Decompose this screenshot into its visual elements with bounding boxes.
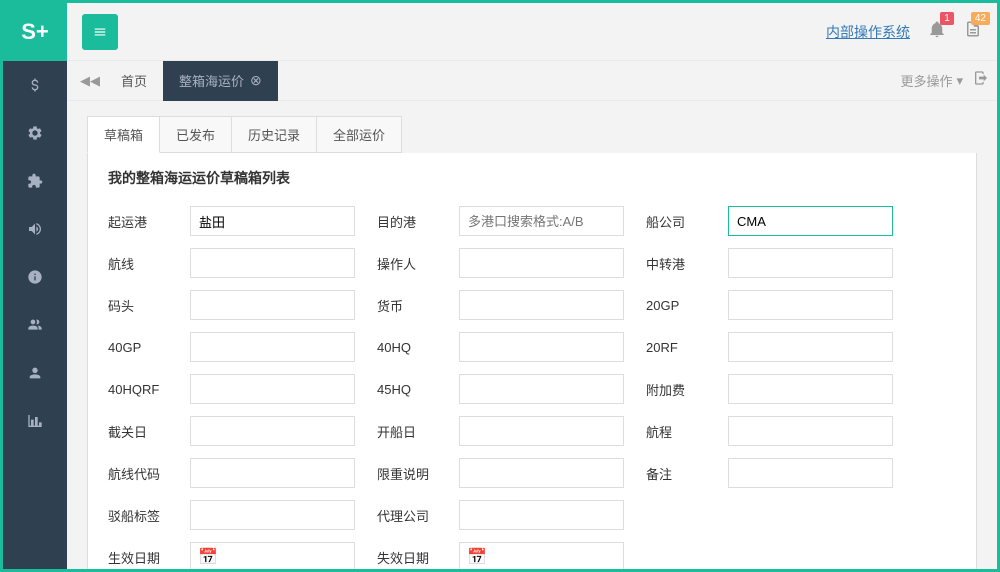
panel-title: 我的整箱海运运价草稿箱列表 [108, 168, 956, 188]
exit-button[interactable] [973, 70, 989, 91]
input-terminal[interactable] [190, 290, 355, 320]
label-weight-limit: 限重说明 [377, 464, 437, 483]
sidebar-item-users[interactable] [3, 301, 67, 349]
input-route[interactable] [190, 248, 355, 278]
label-sail-date: 开船日 [377, 422, 437, 441]
label-voyage: 航程 [646, 422, 706, 441]
label-closing-date: 截关日 [108, 422, 168, 441]
input-40hq[interactable] [459, 332, 624, 362]
header: 内部操作系统 1 42 [67, 3, 997, 61]
label-currency: 货币 [377, 296, 437, 315]
content-area: 草稿箱 已发布 历史记录 全部运价 我的整箱海运运价草稿箱列表 起运港 目的港 … [67, 101, 997, 569]
input-voyage[interactable] [728, 416, 893, 446]
label-20rf: 20RF [646, 340, 706, 355]
label-20gp: 20GP [646, 298, 706, 313]
label-expiry-date: 失效日期 [377, 548, 437, 567]
sub-tab-published[interactable]: 已发布 [159, 116, 232, 153]
input-route-code[interactable] [190, 458, 355, 488]
input-expiry-date[interactable] [459, 542, 624, 569]
input-origin-port[interactable] [190, 206, 355, 236]
input-transit[interactable] [728, 248, 893, 278]
label-40gp: 40GP [108, 340, 168, 355]
label-barge-tag: 驳船标签 [108, 506, 168, 525]
search-panel: 我的整箱海运运价草稿箱列表 起运港 目的港 船公司 航线 操作人 中转港 码头 … [87, 153, 977, 569]
hamburger-icon [93, 25, 107, 39]
sub-tab-all[interactable]: 全部运价 [316, 116, 402, 153]
label-remark: 备注 [646, 464, 706, 483]
sub-tab-draft[interactable]: 草稿箱 [87, 116, 160, 153]
label-transit: 中转港 [646, 254, 706, 273]
sidebar-item-dollar[interactable] [3, 61, 67, 109]
input-agent[interactable] [459, 500, 624, 530]
input-remark[interactable] [728, 458, 893, 488]
label-surcharge: 附加费 [646, 380, 706, 399]
logout-icon [973, 70, 989, 86]
label-45hq: 45HQ [377, 382, 437, 397]
label-effective-date: 生效日期 [108, 548, 168, 567]
label-operator: 操作人 [377, 254, 437, 273]
logo: S+ [3, 3, 67, 61]
notification-badge: 1 [940, 12, 954, 25]
sidebar-item-info[interactable] [3, 253, 67, 301]
input-20gp[interactable] [728, 290, 893, 320]
nav-bar: ◀◀ 首页 整箱海运价 ⊗ 更多操作 ▾ [67, 61, 997, 101]
doc-icon[interactable]: 42 [964, 20, 982, 43]
search-form: 起运港 目的港 船公司 航线 操作人 中转港 码头 货币 20GP 40GP 4… [108, 206, 956, 569]
doc-badge: 42 [971, 12, 990, 25]
label-dest-port: 目的港 [377, 212, 437, 231]
label-carrier: 船公司 [646, 212, 706, 231]
nav-tab-home[interactable]: 首页 [105, 61, 163, 101]
input-45hq[interactable] [459, 374, 624, 404]
label-agent: 代理公司 [377, 506, 437, 525]
input-effective-date[interactable] [190, 542, 355, 569]
nav-tab-active[interactable]: 整箱海运价 ⊗ [163, 61, 278, 101]
sidebar: S+ [3, 3, 67, 569]
sidebar-item-chart[interactable] [3, 397, 67, 445]
input-operator[interactable] [459, 248, 624, 278]
menu-toggle-button[interactable] [82, 14, 118, 50]
sidebar-item-user[interactable] [3, 349, 67, 397]
tab-close-icon[interactable]: ⊗ [250, 72, 262, 89]
sub-tab-history[interactable]: 历史记录 [231, 116, 317, 153]
input-dest-port[interactable] [459, 206, 624, 236]
sub-tabs: 草稿箱 已发布 历史记录 全部运价 [87, 116, 977, 153]
sidebar-item-gear[interactable] [3, 109, 67, 157]
input-closing-date[interactable] [190, 416, 355, 446]
input-currency[interactable] [459, 290, 624, 320]
sidebar-item-puzzle[interactable] [3, 157, 67, 205]
label-40hq: 40HQ [377, 340, 437, 355]
label-terminal: 码头 [108, 296, 168, 315]
sidebar-item-volume[interactable] [3, 205, 67, 253]
input-sail-date[interactable] [459, 416, 624, 446]
label-40hqrf: 40HQRF [108, 382, 168, 397]
label-route-code: 航线代码 [108, 464, 168, 483]
internal-system-link[interactable]: 内部操作系统 [826, 22, 910, 42]
more-operations-dropdown[interactable]: 更多操作 ▾ [900, 71, 963, 90]
label-origin-port: 起运港 [108, 212, 168, 231]
input-40hqrf[interactable] [190, 374, 355, 404]
nav-tab-label: 整箱海运价 [179, 71, 244, 90]
nav-back-button[interactable]: ◀◀ [75, 66, 105, 96]
input-carrier[interactable] [728, 206, 893, 236]
input-surcharge[interactable] [728, 374, 893, 404]
input-20rf[interactable] [728, 332, 893, 362]
input-40gp[interactable] [190, 332, 355, 362]
label-route: 航线 [108, 254, 168, 273]
notification-icon[interactable]: 1 [928, 20, 946, 43]
chevron-down-icon: ▾ [956, 73, 963, 89]
input-barge-tag[interactable] [190, 500, 355, 530]
input-weight-limit[interactable] [459, 458, 624, 488]
